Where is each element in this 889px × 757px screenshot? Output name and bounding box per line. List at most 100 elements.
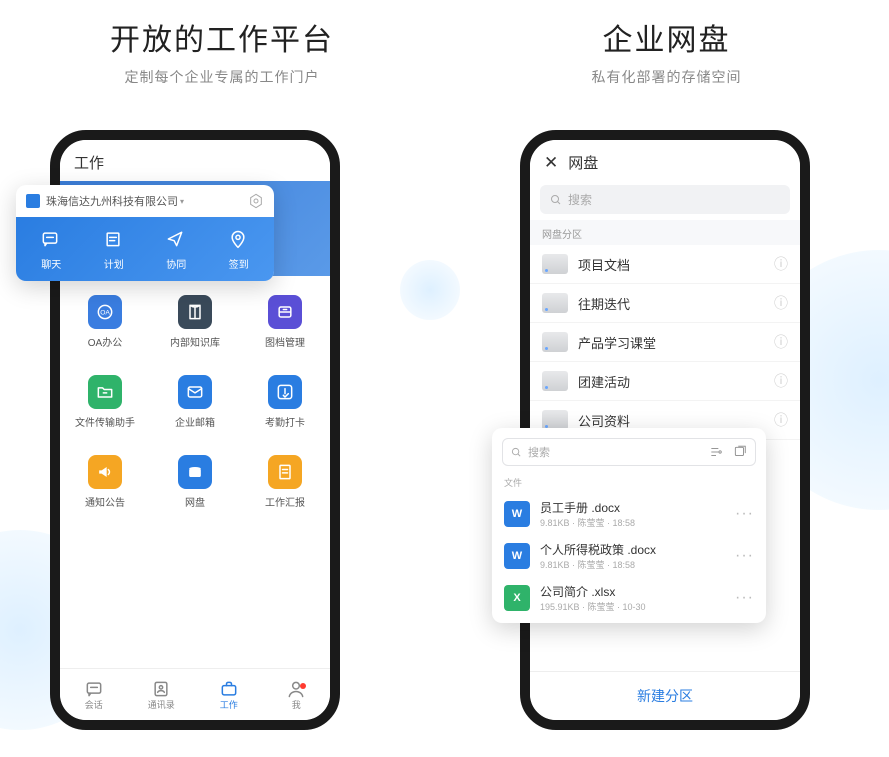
company-name: 珠海信达九州科技有限公司: [46, 193, 178, 209]
more-icon[interactable]: ···: [735, 505, 754, 523]
app-item-finger[interactable]: 考勤打卡: [240, 362, 330, 442]
app-item-report[interactable]: 工作汇报: [240, 442, 330, 522]
nav-item-user[interactable]: 我: [263, 669, 331, 720]
partition-row[interactable]: 团建活动 ⓘ: [530, 362, 800, 401]
file-row[interactable]: X公司简介 .xlsx195.91KB · 陈莹莹 · 10-30···: [492, 577, 766, 619]
partition-name: 团建活动: [578, 372, 764, 391]
partition-row[interactable]: 往期迭代ⓘ: [530, 284, 800, 323]
drive-icon: [542, 254, 568, 274]
info-icon[interactable]: ⓘ: [774, 254, 788, 274]
partition-section-label: 网盘分区: [530, 220, 800, 245]
bg-decoration: [400, 260, 460, 320]
new-partition-button[interactable]: 新建分区: [530, 671, 800, 720]
search-icon: [550, 194, 562, 206]
popup-action-send[interactable]: 协同: [145, 229, 208, 271]
drive-icon: [542, 410, 568, 430]
app-label: 网盘: [185, 494, 205, 509]
popup-action-pin[interactable]: 签到: [208, 229, 271, 271]
partition-row[interactable]: 产品学习课堂ⓘ: [530, 323, 800, 362]
excel-file-icon: X: [504, 585, 530, 611]
file-row[interactable]: W 员工手册 .docx9.81KB · 陈莹莹 · 18:58 ···: [492, 493, 766, 535]
folder-icon: [88, 375, 122, 409]
app-grid: OAOA办公内部知识库 图档管理文件传输助手 企业邮箱 考勤打卡通知公告 网盘 工作汇报: [60, 276, 330, 668]
section-left: 开放的工作平台 定制每个企业专属的工作门户: [0, 15, 444, 87]
app-item-mail[interactable]: 企业邮箱: [150, 362, 240, 442]
pin-icon: [228, 229, 250, 251]
app-label: 内部知识库: [170, 334, 220, 349]
oa-icon: OA: [88, 295, 122, 329]
file-row[interactable]: W 个人所得税政策 .docx9.81KB · 陈莹莹 · 18:58 ···: [492, 535, 766, 577]
popup-action-plan[interactable]: 计划: [83, 229, 146, 271]
app-label: 考勤打卡: [265, 414, 305, 429]
nav-label: 会话: [85, 698, 103, 711]
netdisk-header: ✕ 网盘: [530, 140, 800, 179]
popup-action-label: 签到: [229, 256, 249, 271]
popup-actions: 聊天计划 协同签到: [16, 217, 274, 281]
popup-action-label: 计划: [104, 256, 124, 271]
app-item-folder[interactable]: 文件传输助手: [60, 362, 150, 442]
svg-text:OA: OA: [100, 310, 110, 317]
drive-icon: [542, 371, 568, 391]
file-meta: 9.81KB · 陈莹莹 · 18:58: [540, 558, 725, 571]
chat-icon: [84, 679, 104, 697]
app-label: 图档管理: [265, 334, 305, 349]
more-icon[interactable]: ···: [735, 547, 754, 565]
file-meta: 195.91KB · 陈莹莹 · 10-30: [540, 600, 725, 613]
file-name: 员工手册 .docx: [540, 499, 725, 516]
report-icon: [268, 455, 302, 489]
gear-icon[interactable]: [248, 193, 264, 209]
section-left-subtitle: 定制每个企业专属的工作门户: [0, 67, 444, 87]
partition-name: 项目文档: [578, 255, 764, 274]
app-label: 工作汇报: [265, 494, 305, 509]
chat-icon: [40, 229, 62, 251]
company-popup: 珠海信达九州科技有限公司 ▾ 聊天计划 协同签到: [16, 185, 274, 281]
info-icon[interactable]: ⓘ: [774, 371, 788, 391]
popup-header[interactable]: 珠海信达九州科技有限公司 ▾: [16, 185, 274, 217]
app-label: 文件传输助手: [75, 414, 135, 429]
partition-row[interactable]: 项目文档 ⓘ: [530, 245, 800, 284]
drive-icon: [542, 332, 568, 352]
file-meta: 9.81KB · 陈莹莹 · 18:58: [540, 516, 725, 529]
app-item-disk[interactable]: 网盘: [150, 442, 240, 522]
app-item-book[interactable]: 内部知识库: [150, 282, 240, 362]
nav-item-chat[interactable]: 会话: [60, 669, 128, 720]
popup-action-chat[interactable]: 聊天: [20, 229, 83, 271]
new-window-icon[interactable]: [733, 445, 747, 459]
file-search[interactable]: 搜索: [502, 438, 756, 466]
disk-icon: [178, 455, 212, 489]
file-popup: 搜索 文件 W员工手册 .docx9.81KB · 陈莹莹 · 18:58···…: [492, 428, 766, 623]
company-icon: [26, 194, 40, 208]
app-item-horn[interactable]: 通知公告: [60, 442, 150, 522]
app-item-oa[interactable]: OAOA办公: [60, 282, 150, 362]
nav-item-contacts[interactable]: 通讯录: [128, 669, 196, 720]
filter-icon[interactable]: [709, 445, 723, 459]
app-label: 通知公告: [85, 494, 125, 509]
finger-icon: [268, 375, 302, 409]
drive-icon: [542, 293, 568, 313]
work-header: 工作: [60, 140, 330, 181]
word-file-icon: W: [504, 543, 530, 569]
app-item-drawer[interactable]: 图档管理: [240, 282, 330, 362]
mail-icon: [178, 375, 212, 409]
file-list: W员工手册 .docx9.81KB · 陈莹莹 · 18:58···W个人所得税…: [492, 493, 766, 619]
briefcase-icon: [219, 679, 239, 697]
close-icon[interactable]: ✕: [544, 153, 558, 173]
section-left-title: 开放的工作平台: [0, 15, 444, 59]
drawer-icon: [268, 295, 302, 329]
search-icon: [511, 447, 522, 458]
app-label: 企业邮箱: [175, 414, 215, 429]
netdisk-search[interactable]: 搜索: [540, 185, 790, 214]
nav-label: 工作: [220, 698, 238, 711]
nav-item-briefcase[interactable]: 工作: [195, 669, 263, 720]
section-right: 企业网盘 私有化部署的存储空间: [444, 15, 889, 87]
info-icon[interactable]: ⓘ: [774, 293, 788, 313]
info-icon[interactable]: ⓘ: [774, 332, 788, 352]
nav-label: 通讯录: [148, 698, 175, 711]
word-file-icon: W: [504, 501, 530, 527]
horn-icon: [88, 455, 122, 489]
partition-name: 公司资料: [578, 411, 764, 430]
more-icon[interactable]: ···: [735, 589, 754, 607]
plan-icon: [103, 229, 125, 251]
file-info: 个人所得税政策 .docx9.81KB · 陈莹莹 · 18:58: [540, 541, 725, 571]
info-icon[interactable]: ⓘ: [774, 410, 788, 430]
